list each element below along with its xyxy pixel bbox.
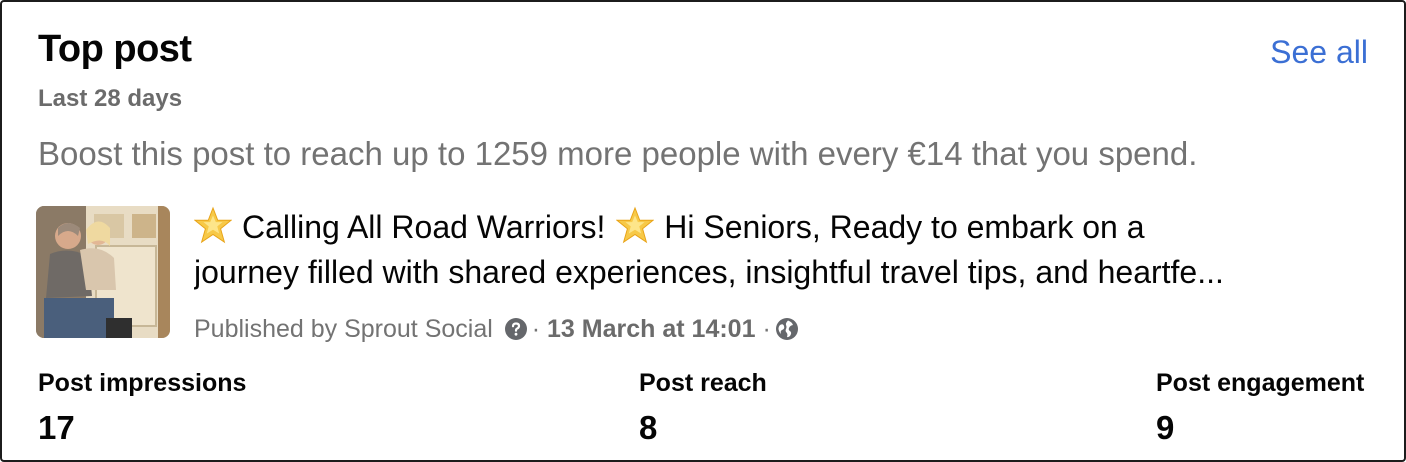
see-all-link[interactable]: See all	[1270, 34, 1368, 71]
post-thumbnail-image	[36, 206, 170, 338]
card-title: Top post	[38, 28, 192, 70]
post-thumbnail[interactable]	[36, 206, 170, 338]
top-post-card: Top post See all Last 28 days Boost this…	[0, 0, 1406, 462]
globe-icon	[775, 318, 798, 340]
boost-message: Boost this post to reach up to 1259 more…	[38, 135, 1198, 172]
meta-separator: ·	[531, 315, 541, 343]
star-emoji-icon	[616, 206, 655, 244]
post-text-line-2: journey filled with shared experiences, …	[194, 254, 1224, 290]
post-meta: Published by Sprout Social · 13 March at…	[194, 315, 803, 344]
post-text-part-1: Calling All Road Warriors!	[242, 209, 606, 245]
post-text-line-1: Calling All Road Warriors! Hi Seniors, R…	[194, 205, 1374, 250]
stat-label-reach: Post reach	[639, 369, 767, 397]
help-icon[interactable]	[504, 317, 528, 341]
stat-value-impressions: 17	[38, 409, 75, 446]
publisher-label: Published by Sprout Social	[194, 315, 493, 343]
stat-value-engagement: 9	[1156, 409, 1175, 446]
star-emoji-icon	[194, 206, 232, 244]
stat-value-reach: 8	[639, 409, 658, 446]
post-date[interactable]: 13 March at 14:01	[547, 315, 755, 343]
post-preview-text[interactable]: Calling All Road Warriors! Hi Seniors, R…	[194, 205, 1374, 295]
stat-label-impressions: Post impressions	[38, 369, 247, 397]
post-text-part-2: Hi Seniors, Ready to embark on a	[664, 209, 1145, 245]
meta-separator: ·	[762, 315, 771, 343]
date-range-label: Last 28 days	[38, 85, 183, 112]
stat-label-engagement: Post engagement	[1156, 369, 1365, 397]
